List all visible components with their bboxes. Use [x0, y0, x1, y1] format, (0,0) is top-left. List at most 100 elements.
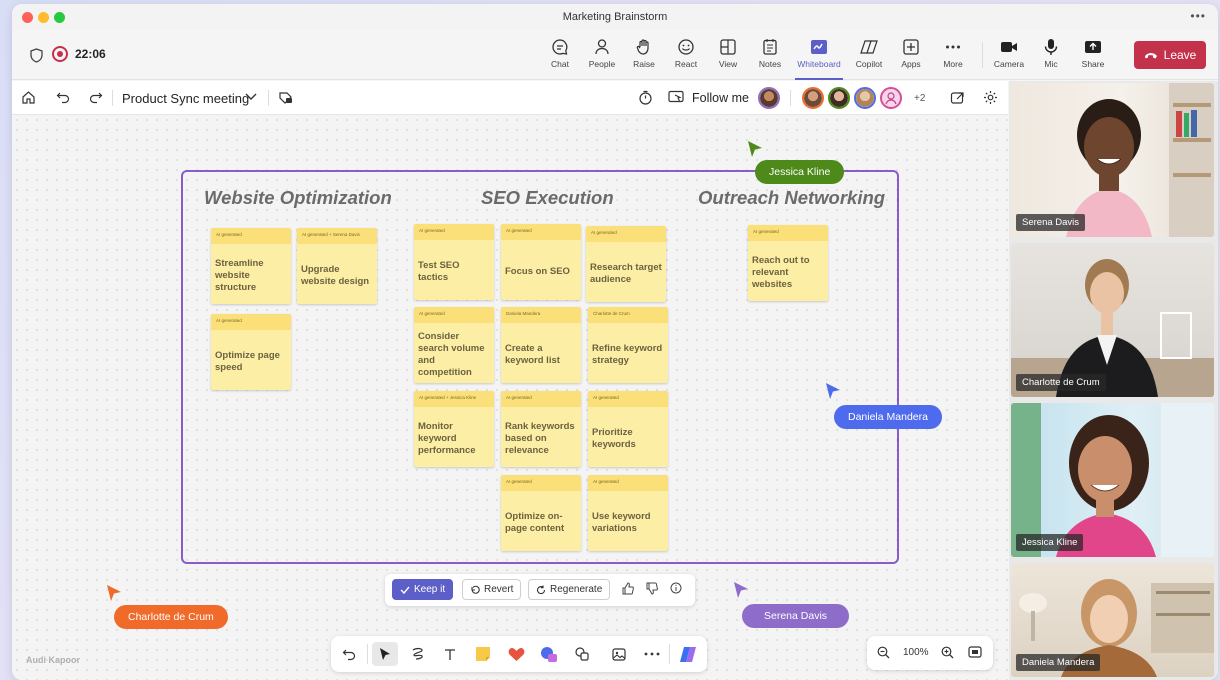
serena-cursor-icon	[734, 582, 748, 598]
avatar[interactable]	[758, 87, 780, 109]
collaborator-cursor-label: Jessica Kline	[755, 160, 845, 184]
react-label: React	[674, 59, 698, 69]
collaborator-cursor-label: Serena Davis	[742, 604, 850, 628]
revert-button[interactable]: Revert	[462, 579, 522, 600]
sticky-note-tool[interactable]	[470, 642, 496, 666]
note-tag: AI generated	[501, 475, 581, 491]
image-tool[interactable]	[606, 642, 632, 666]
video-tile[interactable]: Daniela Mandera	[1011, 563, 1214, 677]
note-tag: AI generated	[414, 307, 494, 323]
sticky-note[interactable]: AI generated Rank keywords based on relev…	[501, 391, 581, 467]
gear-icon[interactable]	[983, 90, 998, 105]
info-icon[interactable]	[670, 582, 682, 594]
follow-me-icon[interactable]	[668, 90, 684, 105]
text-icon	[445, 648, 455, 660]
thumbs-down-icon[interactable]	[646, 582, 658, 595]
video-tile[interactable]: Serena Davis	[1011, 83, 1214, 237]
note-tag: AI generated	[588, 391, 668, 407]
copilot-icon	[860, 40, 878, 54]
mic-button[interactable]: Mic	[1030, 38, 1072, 69]
participant-video-panel: Serena Davis Charlotte de Crum Jessica K…	[1009, 81, 1218, 680]
share-out-icon[interactable]	[950, 90, 965, 105]
share-button[interactable]: Share	[1072, 38, 1114, 69]
note-text: Focus on SEO	[505, 266, 570, 278]
sticky-note[interactable]: AI generated Research target audience	[586, 226, 666, 302]
timer-icon[interactable]	[638, 90, 653, 105]
leave-button[interactable]: Leave	[1134, 41, 1206, 69]
more-participants-count[interactable]: +2	[914, 93, 925, 104]
mic-label: Mic	[1044, 59, 1058, 69]
column-heading: SEO Execution	[481, 187, 614, 208]
undo-tool[interactable]	[336, 642, 362, 666]
sticky-note[interactable]: AI generated + Jessica Kline Monitor keyw…	[414, 391, 494, 467]
zoom-out-icon[interactable]	[877, 646, 890, 659]
avatar[interactable]	[828, 87, 850, 109]
notes-icon	[763, 39, 777, 55]
copilot-tool[interactable]	[675, 642, 701, 666]
sticky-note[interactable]: AI generated + Serena Davis Upgrade websi…	[297, 228, 377, 304]
chevron-down-icon[interactable]	[245, 93, 257, 101]
avatar[interactable]	[802, 87, 824, 109]
view-button[interactable]: View	[707, 38, 749, 69]
thumbs-up-icon[interactable]	[622, 582, 634, 595]
sticky-note[interactable]: Charlotte de Crum Refine keyword strategy	[588, 307, 668, 383]
whiteboard-button[interactable]: Whiteboard	[795, 38, 843, 80]
home-icon[interactable]	[21, 90, 36, 105]
more-tools[interactable]	[639, 642, 665, 666]
sticky-note[interactable]: AI generated Consider search volume and c…	[414, 307, 494, 383]
raise-button[interactable]: Raise	[623, 38, 665, 69]
copilot-button[interactable]: Copilot	[848, 38, 890, 69]
text-tool[interactable]	[437, 642, 463, 666]
chat-button[interactable]: Chat	[539, 38, 581, 69]
sticky-note[interactable]: AI generated Focus on SEO	[501, 224, 581, 300]
notes-button[interactable]: Notes	[749, 38, 791, 69]
apps-button[interactable]: Apps	[890, 38, 932, 69]
sticky-note[interactable]: AI generated Test SEO tactics	[414, 224, 494, 300]
react-button[interactable]: React	[665, 38, 707, 69]
redo-icon[interactable]	[89, 90, 103, 104]
note-tag: AI generated	[501, 391, 581, 407]
sticky-note[interactable]: AI generated Use keyword variations	[588, 475, 668, 551]
reaction-tool[interactable]	[503, 642, 529, 666]
fit-to-screen-icon[interactable]	[968, 646, 982, 658]
sensitivity-lock-icon[interactable]	[278, 90, 293, 105]
participant-name: Daniela Mandera	[1016, 654, 1101, 671]
shapes-tool[interactable]	[536, 642, 562, 666]
camera-button[interactable]: Camera	[988, 38, 1030, 69]
sticky-note[interactable]: AI generated Optimize on-page content	[501, 475, 581, 551]
collaborator-cursor-label: Daniela Mandera	[834, 405, 942, 429]
more-button[interactable]: More	[932, 38, 974, 69]
sticky-note[interactable]: AI generated Prioritize keywords	[588, 391, 668, 467]
pen-tool[interactable]	[405, 642, 431, 666]
meeting-timer: 22:06	[75, 47, 106, 61]
people-button[interactable]: People	[581, 38, 623, 69]
sticky-note[interactable]: AI generated Reach out to relevant websit…	[748, 225, 828, 301]
more-label: More	[943, 59, 963, 69]
undo-icon[interactable]	[56, 90, 70, 104]
select-tool[interactable]	[372, 642, 398, 666]
sticky-note[interactable]: AI generated Optimize page speed	[211, 314, 291, 390]
keep-it-button[interactable]: Keep it	[392, 579, 454, 600]
whiteboard-title[interactable]: Product Sync meeting	[122, 91, 249, 106]
video-tile[interactable]: Jessica Kline	[1011, 403, 1214, 557]
heart-icon	[508, 647, 524, 661]
presenter-watermark: Audi Kapoor	[26, 655, 80, 665]
note-tag: AI generated + Serena Davis	[297, 228, 377, 244]
regenerate-button[interactable]: Regenerate	[528, 579, 611, 600]
regenerate-label: Regenerate	[550, 584, 603, 595]
avatar[interactable]	[880, 87, 902, 109]
header-divider	[112, 90, 113, 106]
sticky-note[interactable]: AI generated Streamline website structure	[211, 228, 291, 304]
whiteboard-canvas[interactable]: Website Optimization SEO Execution Outre…	[12, 115, 1008, 680]
check-icon	[400, 586, 410, 594]
avatar[interactable]	[854, 87, 876, 109]
zoom-controls: 100%	[867, 636, 993, 670]
title-bar: Marketing Brainstorm •••	[12, 4, 1218, 30]
templates-tool[interactable]	[569, 642, 595, 666]
video-tile[interactable]: Charlotte de Crum	[1011, 243, 1214, 397]
follow-me-label[interactable]: Follow me	[692, 91, 749, 105]
window-more-icon[interactable]: •••	[1190, 9, 1206, 23]
zoom-in-icon[interactable]	[941, 646, 954, 659]
sticky-note[interactable]: Daniela Mandera Create a keyword list	[501, 307, 581, 383]
chat-label: Chat	[551, 59, 569, 69]
